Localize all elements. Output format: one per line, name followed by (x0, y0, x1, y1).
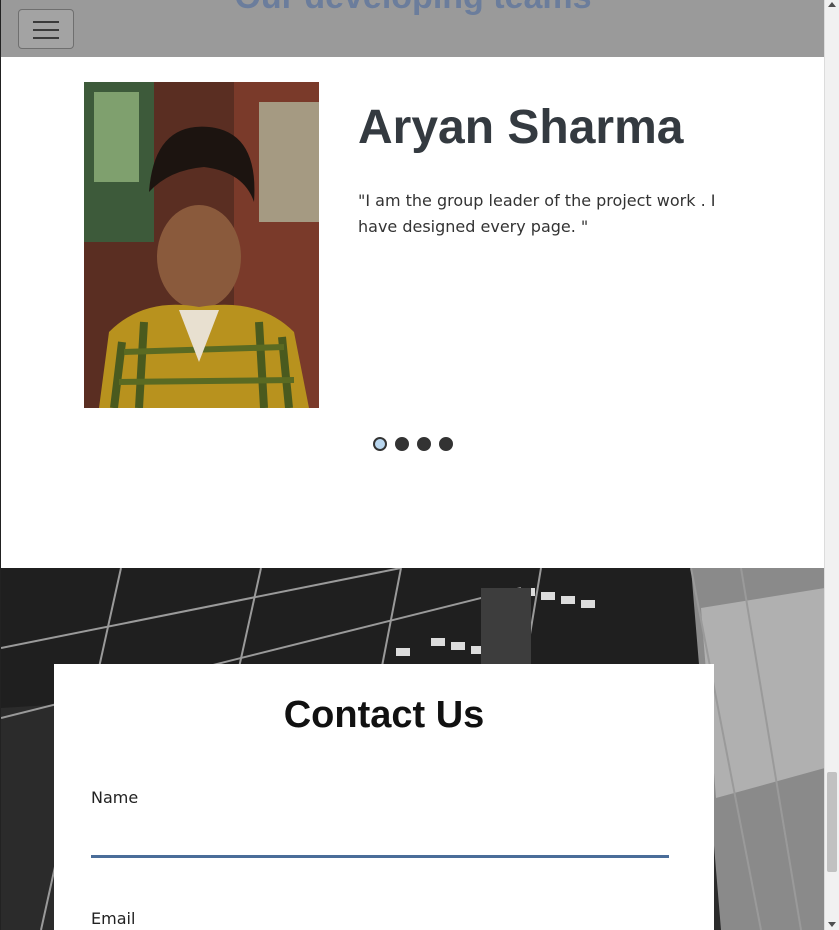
section-title: Our developing teams (1, 0, 824, 17)
page-viewport: Aryan Sharma "I am the group leader of t… (0, 0, 824, 930)
scrollbar-thumb[interactable] (827, 772, 837, 872)
member-quote: "I am the group leader of the project wo… (358, 191, 716, 236)
name-label: Name (91, 788, 139, 807)
carousel-indicator-2[interactable] (395, 437, 409, 451)
carousel-indicator-4[interactable] (439, 437, 453, 451)
vertical-scrollbar[interactable] (824, 0, 839, 930)
scroll-up-arrow-icon[interactable] (828, 2, 836, 7)
carousel-indicators (373, 437, 453, 453)
scroll-down-arrow-icon[interactable] (828, 922, 836, 927)
member-name: Aryan Sharma (358, 101, 684, 154)
carousel-indicator-1[interactable] (373, 437, 387, 451)
contact-title: Contact Us (283, 694, 485, 736)
member-photo (84, 82, 319, 408)
carousel-indicator-3[interactable] (417, 437, 431, 451)
contact-form-card: Contact Us Name Email (54, 664, 714, 930)
name-field[interactable] (91, 822, 669, 858)
email-label: Email (91, 909, 136, 928)
navbar: Our developing teams (1, 0, 824, 57)
navbar-toggle-button[interactable] (18, 9, 74, 49)
